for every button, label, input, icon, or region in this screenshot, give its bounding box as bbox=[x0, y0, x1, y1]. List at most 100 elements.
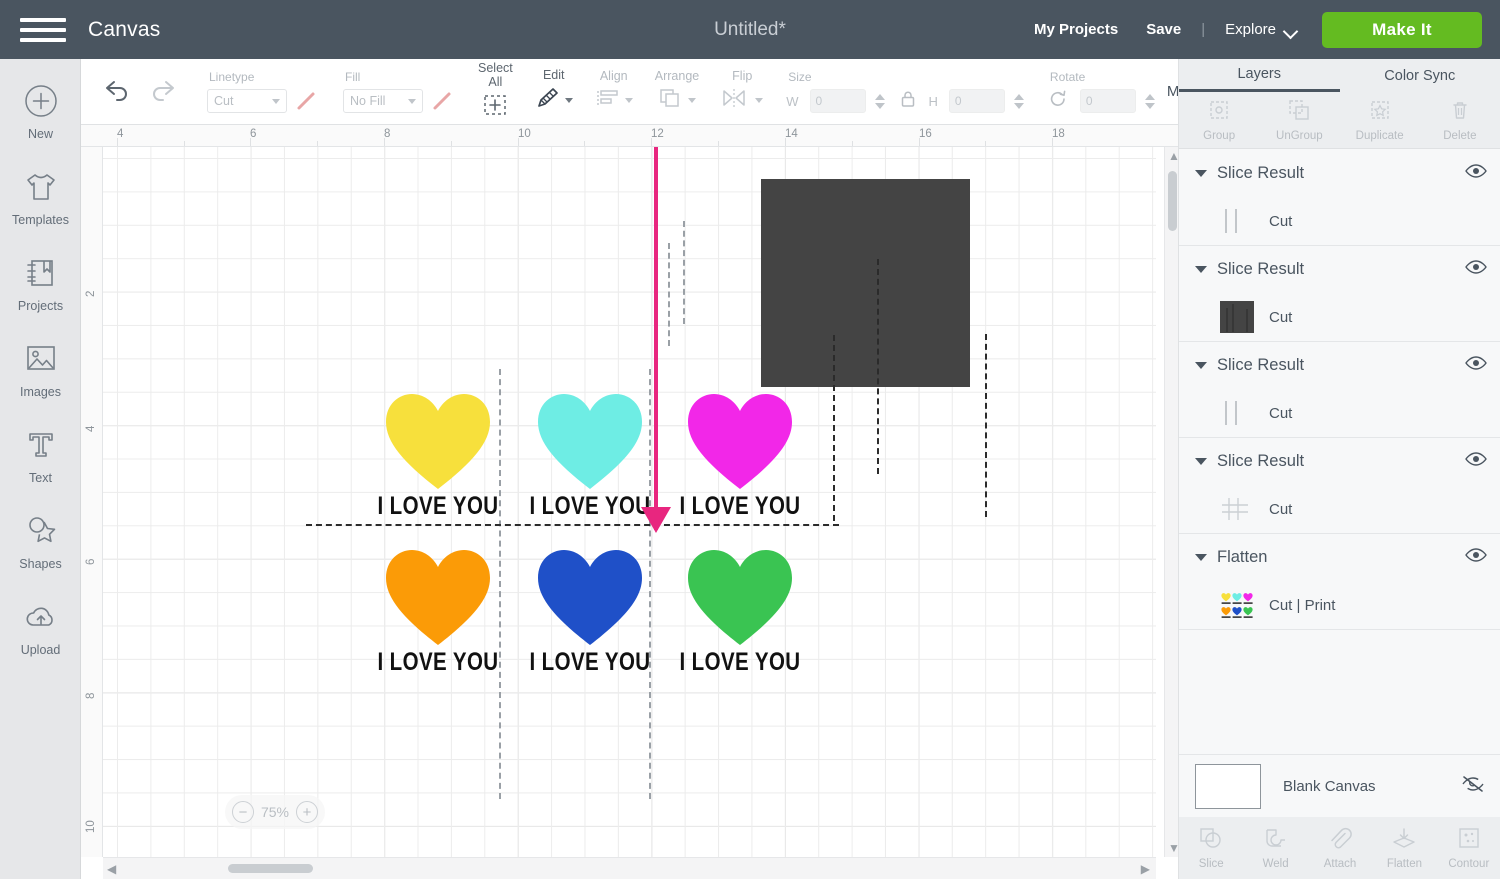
heart-caption: I LOVE YOU bbox=[377, 648, 500, 677]
flatten-button[interactable]: Flatten bbox=[1372, 826, 1436, 870]
heart-caption: I LOVE YOU bbox=[529, 648, 652, 677]
top-header-bar: Canvas Untitled* My Projects Save | Expl… bbox=[0, 0, 1500, 59]
design-grid[interactable]: I LOVE YOU I LOVE YOU I LOVE YOU bbox=[103, 147, 1156, 857]
weld-icon bbox=[1263, 826, 1289, 855]
sidebar-label-shapes: Shapes bbox=[19, 557, 61, 571]
chevron-down-icon[interactable] bbox=[1195, 266, 1207, 273]
height-stepper[interactable] bbox=[1014, 94, 1024, 109]
width-stepper[interactable] bbox=[875, 94, 885, 109]
layer-child-row[interactable]: Cut | Print bbox=[1179, 581, 1500, 629]
layer-child-row[interactable]: Cut bbox=[1179, 197, 1500, 245]
linetype-swatch-icon[interactable] bbox=[293, 89, 319, 113]
sidebar-item-shapes[interactable]: Shapes bbox=[0, 511, 81, 597]
layer-header[interactable]: Flatten bbox=[1179, 534, 1500, 581]
explore-machine-selector[interactable]: Explore bbox=[1211, 21, 1308, 38]
eye-icon[interactable] bbox=[1465, 163, 1487, 184]
hamburger-menu-icon[interactable] bbox=[20, 15, 66, 45]
slice-button[interactable]: Slice bbox=[1179, 826, 1243, 870]
flip-button[interactable]: Flip bbox=[710, 59, 774, 125]
caret-down-icon bbox=[625, 98, 633, 103]
horizontal-scroll-thumb[interactable] bbox=[228, 864, 313, 873]
edit-pencil-icon bbox=[535, 86, 561, 115]
duplicate-label: Duplicate bbox=[1356, 130, 1404, 142]
width-input[interactable]: 0 bbox=[810, 89, 866, 113]
layer-header[interactable]: Slice Result bbox=[1179, 438, 1500, 485]
ruler-tick: 10 bbox=[518, 128, 531, 140]
heart-caption: I LOVE YOU bbox=[377, 492, 500, 521]
sidebar-label-projects: Projects bbox=[18, 299, 63, 313]
zoom-in-button[interactable]: + bbox=[296, 801, 318, 823]
eye-icon[interactable] bbox=[1465, 547, 1487, 568]
chevron-down-icon[interactable] bbox=[1195, 362, 1207, 369]
contour-button[interactable]: Contour bbox=[1437, 826, 1500, 870]
eye-icon[interactable] bbox=[1465, 355, 1487, 376]
undo-arrow-icon[interactable] bbox=[103, 77, 133, 106]
vertical-scroll-thumb[interactable] bbox=[1168, 171, 1177, 231]
height-input[interactable]: 0 bbox=[949, 89, 1005, 113]
arrange-button[interactable]: Arrange bbox=[644, 59, 710, 125]
sidebar-item-text[interactable]: Text bbox=[0, 425, 81, 511]
edit-menu-button[interactable]: Edit bbox=[524, 59, 584, 125]
size-label: Size bbox=[786, 70, 1024, 84]
save-button[interactable]: Save bbox=[1132, 21, 1195, 38]
delete-button[interactable]: Delete bbox=[1420, 92, 1500, 148]
redo-arrow-icon[interactable] bbox=[147, 77, 177, 106]
canvas-vertical-scrollbar[interactable]: ▲ ▼ bbox=[1164, 147, 1178, 857]
canvas-horizontal-scrollbar[interactable]: ◀ ▶ bbox=[103, 857, 1156, 879]
fill-select[interactable]: No Fill bbox=[343, 89, 423, 113]
layer-child-row[interactable]: Cut bbox=[1179, 485, 1500, 533]
rotate-input[interactable]: 0 bbox=[1080, 89, 1136, 113]
lock-icon[interactable] bbox=[891, 90, 923, 113]
heart-cell[interactable]: I LOVE YOU bbox=[363, 548, 513, 758]
eye-off-icon[interactable] bbox=[1461, 775, 1485, 798]
make-it-button[interactable]: Make It bbox=[1322, 12, 1482, 48]
layer-header[interactable]: Slice Result bbox=[1179, 150, 1500, 197]
heart-cell[interactable]: I LOVE YOU bbox=[515, 548, 665, 758]
scroll-left-arrow-icon[interactable]: ◀ bbox=[107, 862, 116, 876]
duplicate-button[interactable]: Duplicate bbox=[1340, 92, 1420, 148]
chevron-down-icon[interactable] bbox=[1195, 554, 1207, 561]
eye-icon[interactable] bbox=[1465, 259, 1487, 280]
group-label: Group bbox=[1203, 130, 1235, 142]
sidebar-item-templates[interactable]: Templates bbox=[0, 167, 81, 253]
layer-header[interactable]: Slice Result bbox=[1179, 342, 1500, 389]
rotate-value: 0 bbox=[1086, 94, 1093, 108]
sidebar-item-new[interactable]: New bbox=[0, 81, 81, 167]
sidebar-item-projects[interactable]: Projects bbox=[0, 253, 81, 339]
cut-dash-line bbox=[668, 243, 670, 346]
eye-icon[interactable] bbox=[1465, 451, 1487, 472]
attach-button[interactable]: Attach bbox=[1308, 826, 1372, 870]
horizontal-ruler: 4 6 8 10 12 14 16 18 bbox=[81, 125, 1178, 147]
fill-swatch-icon[interactable] bbox=[429, 89, 455, 113]
linetype-select[interactable]: Cut bbox=[207, 89, 287, 113]
weld-button[interactable]: Weld bbox=[1243, 826, 1307, 870]
scroll-right-arrow-icon[interactable]: ▶ bbox=[1141, 862, 1150, 876]
sidebar-item-images[interactable]: Images bbox=[0, 339, 81, 425]
blank-canvas-row[interactable]: Blank Canvas bbox=[1179, 754, 1500, 817]
cut-dash-line bbox=[833, 335, 835, 521]
annotation-arrow-head bbox=[641, 507, 671, 533]
height-value: 0 bbox=[955, 94, 962, 108]
layer-header[interactable]: Slice Result bbox=[1179, 246, 1500, 293]
dark-rectangle-shape[interactable] bbox=[761, 179, 970, 387]
layer-child-row[interactable]: Cut bbox=[1179, 389, 1500, 437]
layers-list[interactable]: Slice Result Cut Slice Result bbox=[1179, 150, 1500, 814]
tab-color-sync[interactable]: Color Sync bbox=[1340, 59, 1500, 92]
sidebar-item-upload[interactable]: Upload bbox=[0, 597, 81, 683]
delete-label: Delete bbox=[1443, 130, 1476, 142]
select-all-label: Select All bbox=[478, 61, 513, 89]
my-projects-link[interactable]: My Projects bbox=[1020, 21, 1132, 38]
rotate-stepper[interactable] bbox=[1145, 94, 1155, 109]
chevron-down-icon[interactable] bbox=[1195, 170, 1207, 177]
layer-child-row[interactable]: Cut bbox=[1179, 293, 1500, 341]
annotation-arrow-shaft bbox=[654, 147, 658, 530]
chevron-down-icon[interactable] bbox=[1195, 458, 1207, 465]
align-button[interactable]: Align bbox=[584, 59, 644, 125]
flatten-design-group[interactable]: I LOVE YOU I LOVE YOU I LOVE YOU bbox=[363, 392, 828, 822]
tab-layers[interactable]: Layers bbox=[1179, 59, 1340, 92]
heart-cell[interactable]: I LOVE YOU bbox=[665, 548, 815, 758]
zoom-out-button[interactable]: − bbox=[232, 801, 254, 823]
group-button[interactable]: Group bbox=[1179, 92, 1259, 148]
ungroup-button[interactable]: UnGroup bbox=[1259, 92, 1339, 148]
select-all-button[interactable]: Select All bbox=[467, 59, 524, 125]
